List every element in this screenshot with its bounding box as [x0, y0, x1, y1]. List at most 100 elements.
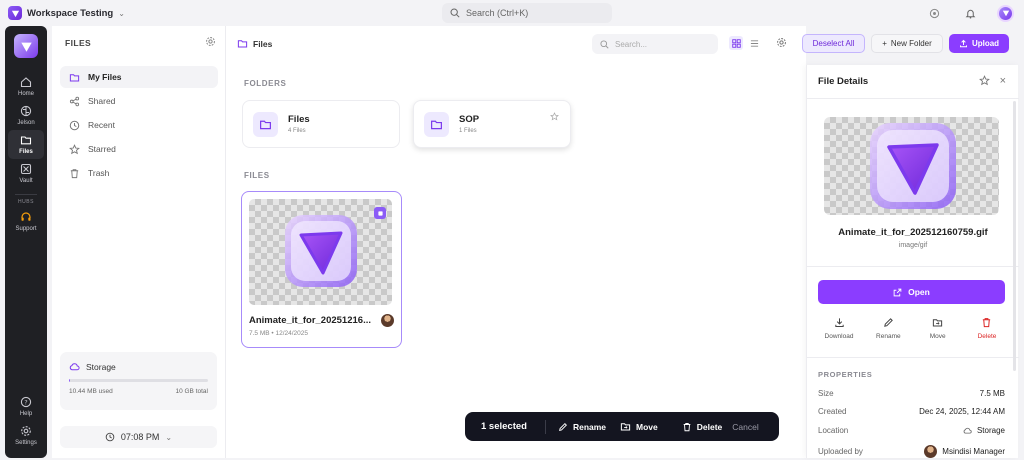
sidebar-settings-icon[interactable] — [205, 36, 216, 49]
sidebar-item-starred[interactable]: Starred — [60, 138, 218, 160]
folder-name: Files — [288, 114, 310, 125]
details-preview — [824, 117, 999, 215]
sidebar-item-recent[interactable]: Recent — [60, 114, 218, 136]
bar-move-button[interactable]: Move — [620, 421, 658, 432]
download-button[interactable]: Download — [818, 317, 860, 340]
divider — [544, 419, 546, 434]
bell-icon[interactable] — [961, 4, 979, 22]
files-sidebar: FILES My Files Shared Recent Starred Tra… — [52, 26, 226, 458]
prop-value: 7.5 MB — [979, 389, 1005, 398]
star-icon — [69, 143, 80, 154]
file-details-panel: File Details × Animate_it_for_2025121607… — [806, 65, 1019, 458]
folder-icon — [20, 136, 32, 145]
rail-item-files[interactable]: Files — [8, 130, 44, 159]
star-icon[interactable] — [979, 75, 990, 88]
files-search-input[interactable]: Search... — [592, 34, 718, 54]
move-button[interactable]: Move — [917, 317, 959, 340]
help-icon: ? — [20, 396, 32, 408]
details-filetype: image/gif — [898, 242, 928, 249]
upload-label: Upload — [971, 39, 1000, 48]
folder-icon — [253, 111, 278, 137]
rail-item-jelson[interactable]: Jelson — [8, 101, 44, 130]
prop-value: Msindisi Manager — [942, 447, 1005, 456]
folder-move-icon — [933, 319, 943, 327]
file-card[interactable]: Animate_it_for_20251216... 7.5 MB • 12/2… — [241, 191, 402, 348]
folder-card-files[interactable]: Files 4 Files — [242, 100, 400, 148]
rail-label: Vault — [19, 178, 33, 184]
divider — [807, 266, 1019, 267]
folder-count: 4 Files — [288, 128, 306, 134]
clock-widget[interactable]: 07:08 PM ⌄ — [60, 426, 217, 448]
cloud-icon — [963, 427, 972, 434]
bar-delete-button[interactable]: Delete — [682, 422, 722, 432]
rail-label: Files — [19, 149, 33, 155]
prop-value: Storage — [976, 426, 1005, 435]
workspace-switcher[interactable]: Workspace Testing ⌄ — [8, 6, 125, 20]
new-folder-button[interactable]: + New Folder — [871, 34, 943, 53]
workspace-logo-icon — [8, 6, 22, 20]
sidebar-item-trash[interactable]: Trash — [60, 162, 218, 184]
uploader-avatar — [924, 445, 938, 458]
bar-rename-button[interactable]: Rename — [558, 422, 606, 432]
rail-item-vault[interactable]: Vault — [8, 159, 44, 188]
details-scrollbar[interactable] — [1013, 101, 1016, 371]
theme-icon[interactable] — [925, 4, 943, 22]
share-icon — [69, 96, 80, 106]
breadcrumb-current[interactable]: Files — [253, 39, 272, 49]
rename-button[interactable]: Rename — [867, 317, 909, 340]
files-section-label: FILES — [244, 171, 270, 180]
new-folder-label: New Folder — [890, 39, 932, 48]
divider — [807, 357, 1019, 358]
file-meta: 7.5 MB • 12/24/2025 — [249, 330, 309, 337]
cloud-icon — [69, 363, 80, 371]
selected-checkbox[interactable] — [374, 207, 386, 219]
rail-item-help[interactable]: ? Help — [8, 392, 44, 421]
upload-button[interactable]: Upload — [949, 34, 1009, 53]
global-search-placeholder: Search (Ctrl+K) — [466, 8, 529, 18]
breadcrumb: Files — [237, 38, 272, 49]
app-logo-icon[interactable] — [14, 34, 38, 58]
storage-title: Storage — [86, 361, 116, 372]
folder-icon — [424, 111, 449, 137]
sidebar-title: FILES — [65, 38, 92, 48]
deselect-all-label: Deselect All — [812, 39, 855, 48]
rail-label: Settings — [15, 440, 37, 446]
deselect-all-button[interactable]: Deselect All — [802, 34, 865, 53]
sidebar-item-my-files[interactable]: My Files — [60, 66, 218, 88]
prop-key: Size — [818, 389, 834, 398]
bar-rename-label: Rename — [572, 421, 607, 432]
close-icon[interactable]: × — [1000, 75, 1006, 87]
trash-icon — [683, 422, 691, 431]
storage-used: 10.44 MB used — [69, 388, 113, 395]
chevron-down-icon: ⌄ — [118, 8, 125, 18]
storage-progress-fill — [69, 379, 70, 382]
rail-item-home[interactable]: Home — [8, 72, 44, 101]
star-icon[interactable] — [550, 112, 559, 123]
pencil-icon — [883, 318, 893, 327]
delete-button[interactable]: Delete — [966, 317, 1008, 340]
open-button[interactable]: Open — [818, 280, 1005, 304]
view-settings-icon[interactable] — [776, 37, 787, 50]
sidebar-item-shared[interactable]: Shared — [60, 90, 218, 112]
folder-move-icon — [620, 423, 631, 431]
selection-action-bar: 1 selected Rename Move Delete Cancel — [465, 412, 779, 441]
bar-cancel-button[interactable]: Cancel — [732, 422, 758, 432]
rail-item-settings[interactable]: Settings — [8, 421, 44, 450]
rail-label: Help — [19, 411, 33, 417]
app-rail: Home Jelson Files Vault HUBS Support ? H… — [5, 26, 47, 458]
owner-avatar — [381, 314, 394, 327]
properties-label: PROPERTIES — [818, 370, 873, 379]
user-avatar[interactable] — [997, 4, 1014, 22]
vault-icon — [20, 163, 32, 175]
storage-total: 10 GB total — [175, 388, 208, 395]
workspace-name: Workspace Testing — [27, 7, 114, 19]
global-search[interactable]: Search (Ctrl+K) — [442, 3, 612, 23]
sidebar-item-label: Trash — [88, 168, 110, 178]
prop-uploaded-by: Uploaded by Msindisi Manager — [818, 445, 1005, 458]
folder-card-sop[interactable]: SOP 1 Files — [413, 100, 571, 148]
grid-view-icon[interactable] — [729, 36, 743, 50]
rail-item-support[interactable]: Support — [8, 207, 44, 236]
list-view-icon[interactable] — [747, 36, 761, 50]
sidebar-item-label: My Files — [88, 72, 122, 82]
trash-icon — [70, 168, 79, 178]
